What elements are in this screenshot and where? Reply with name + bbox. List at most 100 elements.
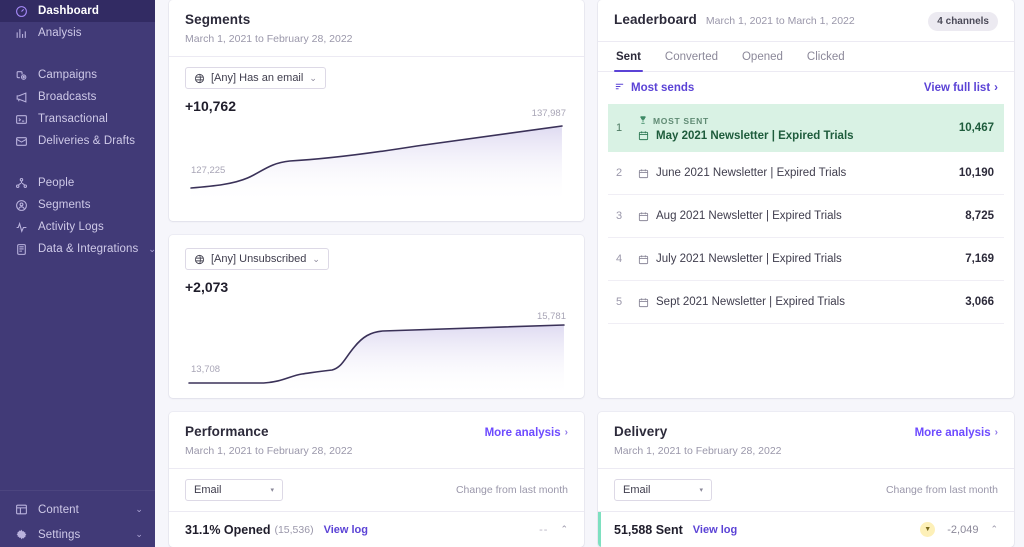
leaderboard-campaign-name: June 2021 Newsletter | Expired Trials [656,167,847,179]
segments-card-header: Segments March 1, 2021 to February 28, 2… [169,0,584,57]
leaderboard-rank: 4 [616,253,623,265]
delivery-change-label: Change from last month [885,483,998,496]
chevron-right-icon: › [994,427,998,439]
leaderboard-row-value: 7,169 [965,253,994,265]
analysis-bar-chart-icon [14,26,28,40]
leaderboard-card-header: Leaderboard March 1, 2021 to March 1, 20… [598,0,1014,42]
leaderboard-view-full-list-link[interactable]: View full list › [924,82,998,94]
leaderboard-daterange: March 1, 2021 to March 1, 2022 [705,15,855,27]
chevron-down-icon[interactable]: ⌄ [135,505,143,514]
performance-daterange: March 1, 2021 to February 28, 2022 [185,444,353,457]
performance-channel-select[interactable]: Email ▾ [185,478,283,501]
sidebar-item-segments[interactable]: Segments [0,194,155,216]
right-column: Leaderboard March 1, 2021 to March 1, 20… [598,0,1014,547]
sidebar-item-label: Settings [38,528,81,541]
sidebar-item-data-integrations[interactable]: Data & Integrations ⌄ [0,238,156,260]
delivery-card: Delivery More analysis › March 1, 2021 t… [598,411,1014,547]
sidebar-item-broadcasts[interactable]: Broadcasts [0,86,155,108]
sidebar-item-content[interactable]: Content ⌄ [0,497,155,522]
segment-delta-value: +2,073 [185,279,229,296]
delivery-metric-value: 51,588 Sent [614,522,683,537]
leaderboard-sort-button[interactable]: Most sends [614,81,694,95]
chevron-down-icon: ▾ [699,486,703,494]
sidebar-item-dashboard[interactable]: Dashboard [0,0,155,22]
leaderboard-rank: 1 [616,122,623,134]
table-row[interactable]: 3 Aug 2021 Newsletter | Expired Trials 8… [608,195,1004,238]
performance-title: Performance [185,423,269,439]
sidebar-item-label: Activity Logs [38,221,104,233]
sidebar-item-settings[interactable]: Settings ⌄ [0,522,155,547]
delivery-filter-bar: Email ▾ Change from last month [598,469,1014,511]
left-column: Segments March 1, 2021 to February 28, 2… [169,0,584,547]
table-row[interactable]: 2 June 2021 Newsletter | Expired Trials … [608,152,1004,195]
sidebar-item-label: Dashboard [38,5,99,17]
leaderboard-row-value: 10,467 [958,122,994,134]
leaderboard-row-name: July 2021 Newsletter | Expired Trials [638,253,842,265]
chevron-down-icon[interactable]: ⌄ [135,530,143,539]
performance-metric-row[interactable]: 31.1% Opened (15,536) View log -- ⌃ [169,510,584,547]
delivery-channel-select[interactable]: Email ▾ [614,478,712,501]
chevron-up-icon[interactable]: ⌃ [560,524,568,535]
performance-metric-right: -- ⌃ [539,524,568,536]
chart-end-label: 137,987 [531,108,566,119]
performance-card: Performance More analysis › March 1, 202… [169,411,584,547]
chevron-right-icon: › [994,82,998,94]
segment-filter-chip[interactable]: [Any] Unsubscribed ⌄ [185,248,329,271]
table-row[interactable]: 5 Sept 2021 Newsletter | Expired Trials … [608,281,1004,324]
segments-card: Segments March 1, 2021 to February 28, 2… [169,0,584,222]
tab-sent[interactable]: Sent [614,42,653,72]
chevron-down-icon[interactable]: ⌄ [309,73,317,84]
leaderboard-campaign-name: Sept 2021 Newsletter | Expired Trials [656,296,845,308]
performance-change-label: Change from last month [455,483,568,496]
table-row[interactable]: 1 MOST SENT May 2021 Newsletter | Expire… [608,104,1004,152]
chevron-right-icon: › [564,427,568,439]
sidebar-item-transactional[interactable]: Transactional [0,108,155,130]
delivery-metric-row[interactable]: 51,588 Sent View log ▼ -2,049 ⌃ [598,510,1014,547]
sidebar-item-analysis[interactable]: Analysis [0,22,155,44]
delivery-more-analysis-link[interactable]: More analysis › [915,427,998,439]
delivery-delta: -2,049 [947,523,979,536]
sidebar-item-deliveries-drafts[interactable]: Deliveries & Drafts [0,130,155,152]
chart-start-label: 13,708 [191,364,221,376]
sidebar-item-activity-logs[interactable]: Activity Logs [0,216,155,238]
sidebar-group-divider [0,44,155,64]
chevron-down-icon[interactable]: ⌄ [312,254,320,265]
leaderboard-row-value: 3,066 [965,296,994,308]
performance-more-analysis-link[interactable]: More analysis › [485,427,568,439]
main-content: Segments March 1, 2021 to February 28, 2… [155,0,1024,547]
delivery-daterange: March 1, 2021 to February 28, 2022 [614,444,782,457]
delivery-title: Delivery [614,423,668,439]
sidebar-item-campaigns[interactable]: Campaigns [0,64,155,86]
segments-daterange: March 1, 2021 to February 28, 2022 [185,33,353,45]
chevron-up-icon[interactable]: ⌃ [990,524,998,535]
leaderboard-campaign-name: July 2021 Newsletter | Expired Trials [656,253,842,265]
segment-globe-icon [194,73,205,84]
more-analysis-label: More analysis [914,426,991,439]
chevron-down-icon: ▾ [270,486,274,494]
database-icon [14,242,28,256]
leaderboard-row-name: Sept 2021 Newsletter | Expired Trials [638,296,845,308]
people-icon [14,176,28,190]
campaigns-icon [14,68,28,82]
table-row[interactable]: 4 July 2021 Newsletter | Expired Trials … [608,238,1004,281]
leaderboard-row-body: MOST SENT May 2021 Newsletter | Expired … [638,115,949,142]
performance-metric-count: (15,536) [274,523,314,536]
delivery-view-log-link[interactable]: View log [693,524,737,536]
calendar-icon [638,211,649,222]
leaderboard-most-sent-tag: MOST SENT [638,115,949,127]
sidebar-item-label: Broadcasts [38,91,97,103]
tab-converted[interactable]: Converted [653,42,730,71]
sidebar-item-label: Segments [38,199,91,211]
calendar-icon [638,130,649,141]
sort-icon [614,81,625,95]
chart-end-label: 15,781 [536,311,566,323]
performance-view-log-link[interactable]: View log [324,524,368,536]
tab-clicked[interactable]: Clicked [795,42,857,71]
segment-filter-chip[interactable]: [Any] Has an email ⌄ [185,67,326,89]
dashboard-icon [14,4,28,18]
sidebar-item-people[interactable]: People [0,172,155,194]
tab-opened[interactable]: Opened [730,42,795,71]
segment-block-unsubscribed: [Any] Unsubscribed ⌄ +2,073 13,708 15,78… [169,235,584,394]
performance-title-row: Performance More analysis › [185,424,568,439]
sidebar-item-label: People [38,177,75,189]
